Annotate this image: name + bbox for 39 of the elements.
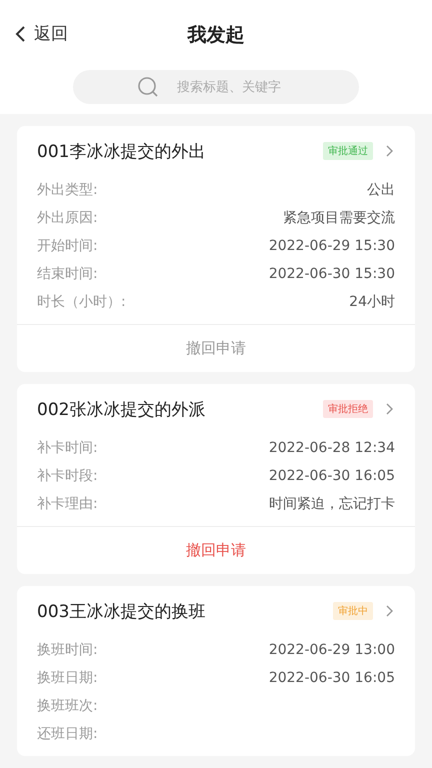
chevron-right-icon — [385, 604, 395, 618]
field-label: 时长（小时）: — [37, 293, 126, 311]
field-value: 2022-06-29 15:30 — [268, 238, 395, 254]
back-button[interactable]: 返回 — [14, 22, 68, 45]
field-label: 外出原因: — [37, 209, 98, 227]
field-value: 公出 — [367, 181, 395, 199]
request-card[interactable]: 002张冰冰提交的外派 审批拒绝 补卡时间: 2022-06-28 12:34 补卡时段: 2022-06-30 16:05 补卡理由: 时间紧迫，忘记打卡 撤回申请 — [17, 384, 415, 574]
field-label: 还班日期: — [37, 725, 98, 743]
search-icon — [137, 76, 159, 98]
field-label: 补卡时间: — [37, 439, 98, 457]
field-label: 换班日期: — [37, 669, 98, 687]
field-label: 换班班次: — [37, 697, 98, 715]
card-title: 002张冰冰提交的外派 — [37, 398, 206, 420]
card-title: 001李冰冰提交的外出 — [37, 140, 206, 162]
field-label: 补卡理由: — [37, 495, 98, 513]
field-value: 2022-06-30 15:30 — [268, 266, 395, 282]
field-label: 换班时间: — [37, 641, 98, 659]
status-badge: 审批拒绝 — [323, 400, 373, 418]
status-badge: 审批中 — [333, 602, 373, 620]
field-value: 2022-06-30 16:05 — [268, 468, 395, 484]
chevron-left-icon — [14, 24, 26, 42]
field-value: 24小时 — [349, 293, 395, 311]
withdraw-button[interactable]: 撤回申请 — [172, 527, 260, 574]
field-value: 2022-06-29 13:00 — [268, 642, 395, 658]
field-label: 外出类型: — [37, 181, 98, 199]
page-title: 我发起 — [188, 23, 244, 48]
field-value: 紧急项目需要交流 — [283, 209, 395, 227]
chevron-right-icon — [385, 144, 395, 158]
field-label: 开始时间: — [37, 237, 98, 255]
field-value: 2022-06-30 16:05 — [268, 670, 395, 686]
request-card[interactable]: 003王冰冰提交的换班 审批中 换班时间: 2022-06-29 13:00 换班日期: 2022-06-30 16:05 换班班次: 还班日期: — [17, 586, 415, 756]
status-badge: 审批通过 — [323, 142, 373, 160]
field-value: 时间紧迫，忘记打卡 — [269, 495, 395, 513]
field-label: 结束时间: — [37, 265, 98, 283]
card-title: 003王冰冰提交的换班 — [37, 600, 206, 622]
chevron-right-icon — [385, 402, 395, 416]
field-value: 2022-06-28 12:34 — [268, 440, 395, 456]
field-label: 补卡时段: — [37, 467, 98, 485]
search-field[interactable]: 搜索标题、关键字 — [73, 70, 359, 104]
